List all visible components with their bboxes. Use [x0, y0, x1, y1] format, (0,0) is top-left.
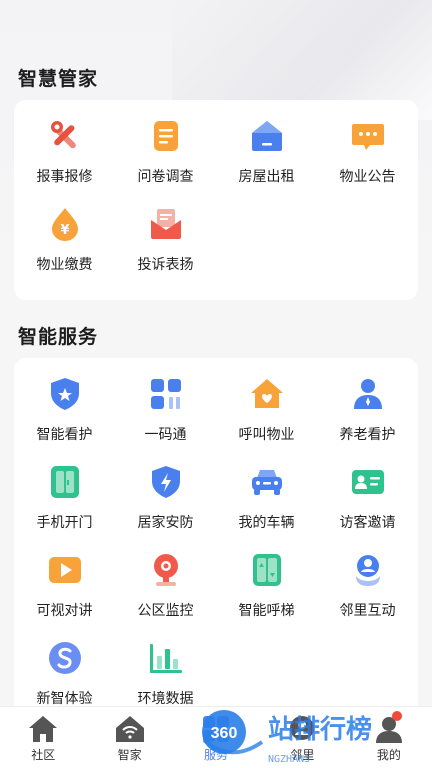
tile-label: 物业公告	[339, 168, 396, 184]
tab-label: 邻里	[290, 748, 315, 762]
tile-rent[interactable]: 房屋出租	[216, 118, 317, 206]
grid-icon	[200, 713, 232, 745]
door-icon	[47, 464, 83, 500]
video-play-icon	[47, 552, 83, 588]
s-circle-icon	[47, 640, 83, 676]
tab-smart-home[interactable]: 智家	[86, 707, 172, 768]
document-list-icon	[148, 118, 184, 154]
tab-services[interactable]: 服务	[173, 707, 259, 768]
shield-star-icon	[47, 376, 83, 412]
tile-label: 物业缴费	[36, 256, 93, 272]
tile-label: 邻里互动	[339, 602, 396, 618]
tile-label: 公区监控	[137, 602, 194, 618]
svg-text:¥: ¥	[60, 223, 69, 238]
tile-label: 访客邀请	[339, 514, 396, 530]
home-heart-icon	[249, 376, 285, 412]
id-card-icon	[350, 464, 386, 500]
tab-label: 智家	[117, 748, 142, 762]
tile-label: 呼叫物业	[238, 426, 295, 442]
yen-drop-icon: ¥	[47, 206, 83, 242]
tile-home-security[interactable]: 居家安防	[115, 464, 216, 552]
tile-public-monitor[interactable]: 公区监控	[115, 552, 216, 640]
bar-chart-icon	[148, 640, 184, 676]
tab-label: 社区	[31, 748, 56, 762]
tile-phone-door[interactable]: 手机开门	[14, 464, 115, 552]
elevator-icon	[249, 552, 285, 588]
tile-label: 环境数据	[137, 690, 194, 706]
bottom-tab-bar: 社区 智家 服务 邻里 我的	[0, 706, 432, 768]
tile-survey[interactable]: 问卷调查	[115, 118, 216, 206]
notification-badge	[392, 711, 403, 721]
tab-label: 服务	[204, 748, 229, 762]
tab-mine[interactable]: 我的	[346, 707, 432, 768]
tile-visitor-invite[interactable]: 访客邀请	[317, 464, 418, 552]
qr-grid-icon	[148, 376, 184, 412]
tile-label: 手机开门	[36, 514, 93, 530]
tile-video-intercom[interactable]: 可视对讲	[14, 552, 115, 640]
tile-label: 一码通	[144, 426, 187, 442]
tile-my-vehicle[interactable]: 我的车辆	[216, 464, 317, 552]
home-icon	[27, 713, 59, 745]
tile-elder-care[interactable]: 养老看护	[317, 376, 418, 464]
tile-label: 房屋出租	[238, 168, 295, 184]
tile-call-property[interactable]: 呼叫物业	[216, 376, 317, 464]
wrench-screwdriver-icon	[47, 118, 83, 154]
tile-label: 智能看护	[36, 426, 93, 442]
services-card: 智能看护 一码通 呼叫物业 养老看护 手机开门 居家安防 我的车辆 访客邀请 可…	[14, 358, 418, 718]
message-bubble-icon	[350, 118, 386, 154]
tile-neighbor-interact[interactable]: 邻里互动	[317, 552, 418, 640]
tile-notice[interactable]: 物业公告	[317, 118, 418, 206]
envelope-icon	[148, 206, 184, 242]
camera-icon	[148, 552, 184, 588]
tab-neighbors[interactable]: 邻里	[259, 707, 345, 768]
person-icon	[350, 376, 386, 412]
tile-smart-elevator[interactable]: 智能呼梯	[216, 552, 317, 640]
neighbor-icon	[286, 713, 318, 745]
tile-label: 报事报修	[36, 168, 93, 184]
tile-label: 问卷调查	[137, 168, 194, 184]
tile-label: 可视对讲	[36, 602, 93, 618]
tile-label: 投诉表扬	[137, 256, 194, 272]
tile-payment[interactable]: ¥ 物业缴费	[14, 206, 115, 294]
tile-repair[interactable]: 报事报修	[14, 118, 115, 206]
tile-label: 我的车辆	[238, 514, 295, 530]
tile-smart-care[interactable]: 智能看护	[14, 376, 115, 464]
tab-community[interactable]: 社区	[0, 707, 86, 768]
tile-label: 养老看护	[339, 426, 396, 442]
tab-label: 我的	[376, 748, 401, 762]
car-icon	[249, 464, 285, 500]
shield-bolt-icon	[148, 464, 184, 500]
tile-complaint[interactable]: 投诉表扬	[115, 206, 216, 294]
wifi-home-icon	[114, 713, 146, 745]
people-icon	[350, 552, 386, 588]
housekeeper-card: 报事报修 问卷调查 房屋出租 物业公告 ¥ 物业缴费 投诉表扬	[14, 100, 418, 300]
section-title-services: 智能服务	[18, 327, 99, 348]
house-icon	[249, 118, 285, 154]
tile-label: 居家安防	[137, 514, 194, 530]
section-title-housekeeper: 智慧管家	[18, 69, 99, 90]
tile-one-code[interactable]: 一码通	[115, 376, 216, 464]
tile-label: 智能呼梯	[238, 602, 295, 618]
tile-label: 新智体验	[36, 690, 93, 706]
